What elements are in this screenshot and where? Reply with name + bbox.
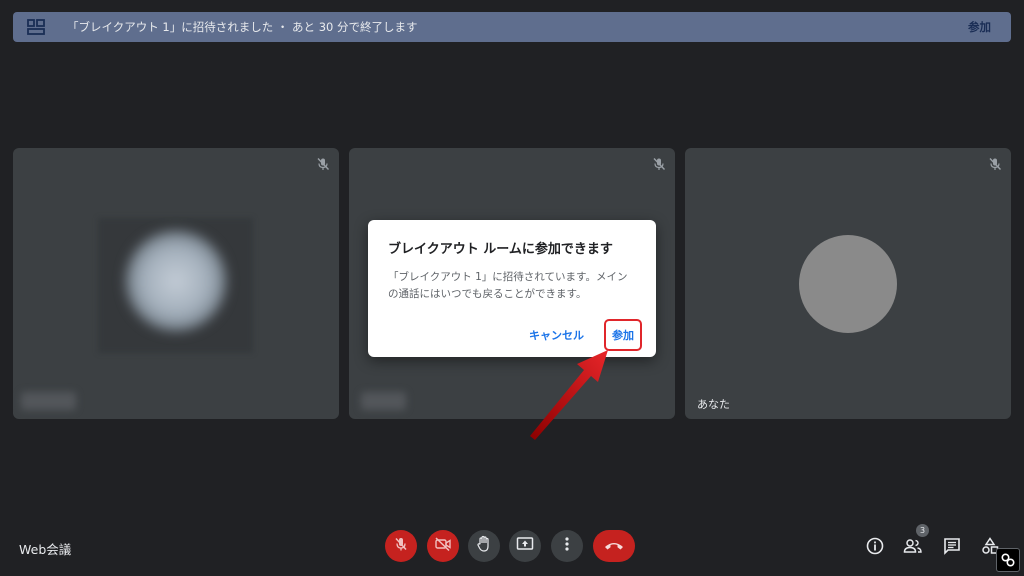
raise-hand-button[interactable] — [468, 530, 500, 562]
dialog-actions: キャンセル 参加 — [519, 319, 642, 351]
mic-off-icon — [393, 536, 409, 556]
more-options-icon — [564, 536, 570, 556]
leave-call-button[interactable] — [593, 530, 635, 562]
blurred-participant-name — [21, 392, 76, 410]
breakout-join-dialog: ブレイクアウト ルームに参加できます 「ブレイクアウト 1」に招待されています。… — [368, 220, 656, 357]
mic-muted-icon — [988, 156, 1002, 170]
camera-off-icon — [434, 536, 452, 556]
camera-toggle-button[interactable] — [427, 530, 459, 562]
present-screen-button[interactable] — [509, 530, 541, 562]
banner-join-button[interactable]: 参加 — [962, 15, 997, 39]
overlay-logo-icon — [996, 548, 1020, 572]
meeting-info-icon[interactable] — [864, 535, 886, 557]
banner-message: 「ブレイクアウト 1」に招待されました ・ あと 30 分で終了します — [67, 20, 418, 34]
blurred-avatar — [126, 231, 226, 331]
more-options-button[interactable] — [551, 530, 583, 562]
meeting-name: Web会議 — [19, 542, 72, 557]
mic-muted-icon — [652, 156, 666, 170]
breakout-room-icon — [27, 17, 47, 37]
blurred-participant-name — [361, 392, 406, 410]
hangup-icon — [603, 537, 625, 556]
chat-icon[interactable] — [941, 535, 963, 557]
join-button[interactable]: 参加 — [604, 319, 642, 351]
breakout-invite-banner: 「ブレイクアウト 1」に招待されました ・ あと 30 分で終了します 参加 — [13, 12, 1011, 42]
mic-muted-icon — [316, 156, 330, 170]
dialog-message: 「ブレイクアウト 1」に招待されています。メインの通話にはいつでも戻ることができ… — [388, 271, 628, 300]
dialog-title: ブレイクアウト ルームに参加できます — [388, 242, 613, 257]
raise-hand-icon — [476, 535, 492, 557]
participant-tile-1 — [13, 148, 339, 419]
mic-toggle-button[interactable] — [385, 530, 417, 562]
self-avatar — [799, 235, 897, 333]
participant-name: あなた — [697, 398, 730, 411]
participant-tile-self: あなた — [685, 148, 1011, 419]
present-screen-icon — [516, 536, 534, 556]
cancel-button[interactable]: キャンセル — [519, 319, 594, 351]
meeting-controls-bar: Web会議 3 — [0, 522, 1024, 576]
people-icon[interactable] — [902, 535, 924, 557]
